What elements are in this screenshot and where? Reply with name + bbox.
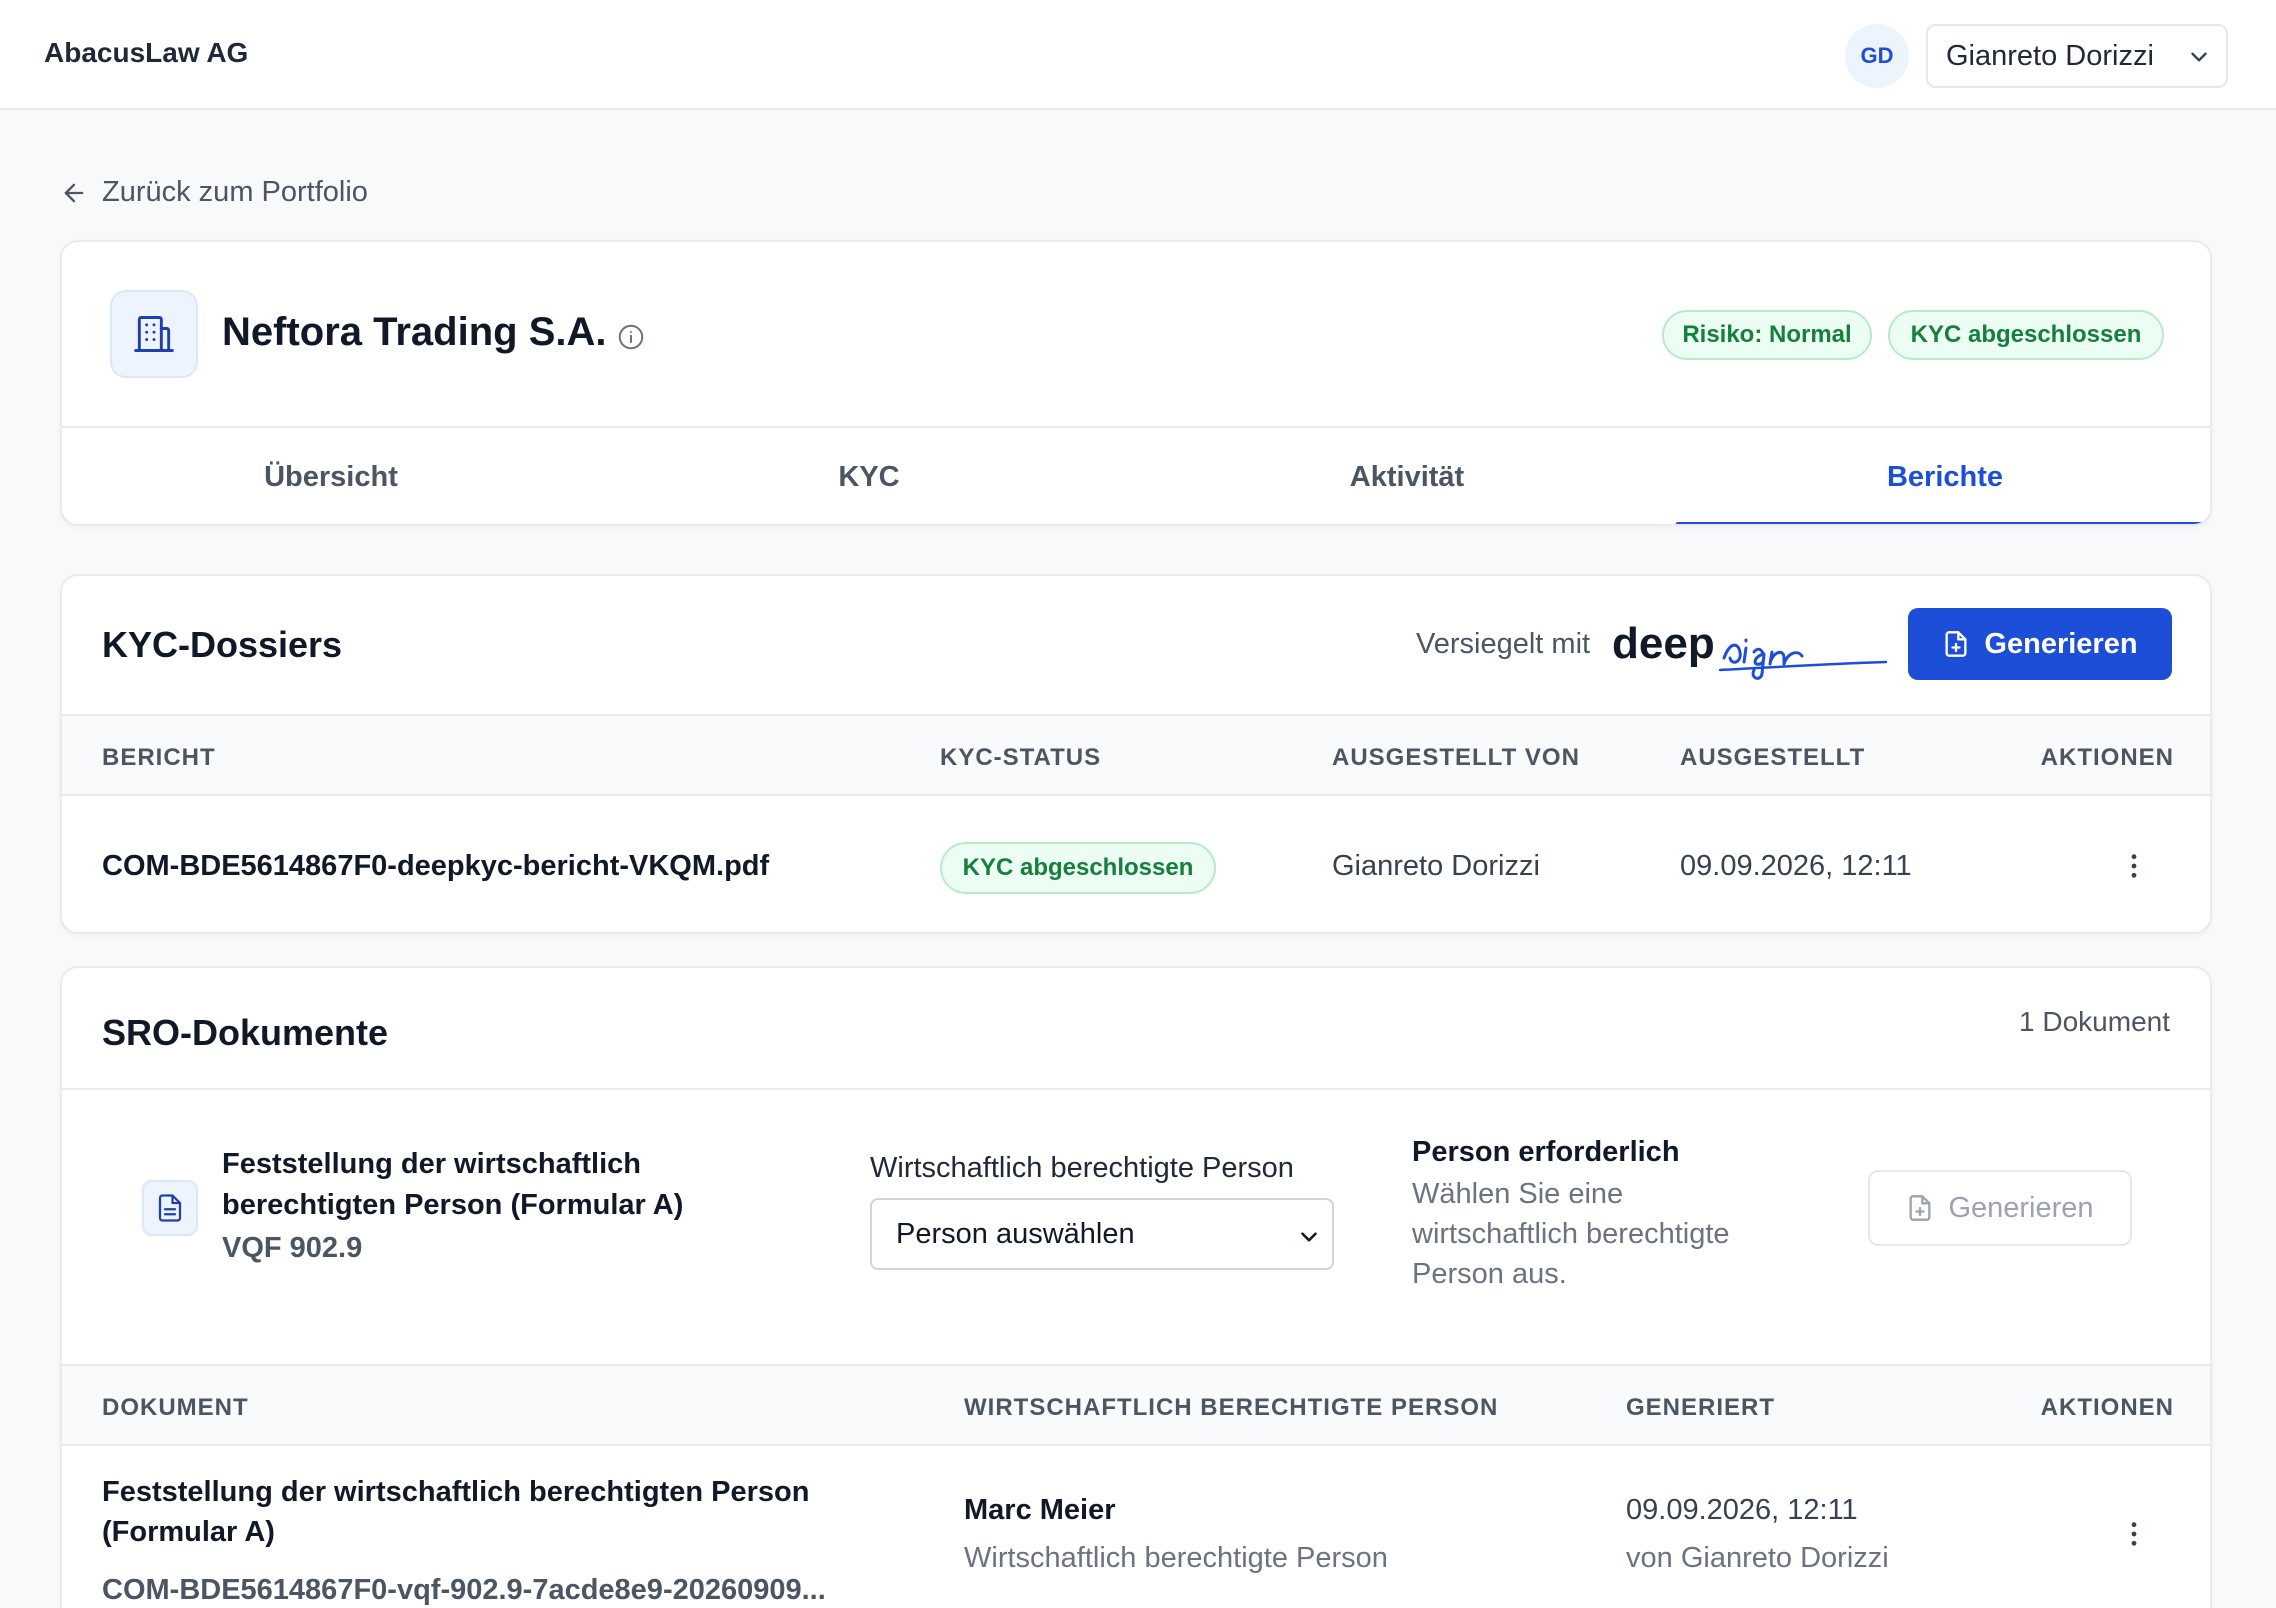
form-title: Feststellung der wirtschaftlich berechti… [222, 1148, 684, 1221]
kyc-dossiers-card: KYC-Dossiers Versiegelt mit deep Generie… [60, 574, 2212, 934]
column-header-kyc-status: KYC-STATUS [940, 744, 1102, 771]
sro-form-generator: Feststellung der wirtschaftlich berechti… [62, 1088, 2210, 1364]
more-vertical-icon[interactable] [2118, 848, 2150, 884]
person-required-hint: Wählen Sie eine wirtschaftlich berechtig… [1412, 1178, 1730, 1290]
top-bar: AbacusLaw AG GD Gianreto Dorizzi [0, 0, 2276, 110]
column-header-beneficial-owner: WIRTSCHAFTLICH BERECHTIGTE PERSON [964, 1394, 1499, 1421]
column-header-actions: AKTIONEN [2040, 744, 2174, 771]
kyc-status-badge: KYC abgeschlossen [1888, 310, 2164, 360]
report-filename[interactable]: COM-BDE5614867F0-deepkyc-bericht-VKQM.pd… [102, 850, 769, 883]
column-header-document: DOKUMENT [102, 1394, 249, 1421]
sro-table-header: DOKUMENT WIRTSCHAFTLICH BERECHTIGTE PERS… [62, 1364, 2210, 1446]
back-to-portfolio-link[interactable]: Zurück zum Portfolio [60, 176, 368, 209]
building-icon [110, 290, 198, 378]
column-header-issued-at: AUSGESTELLT [1680, 744, 1866, 771]
back-link-label: Zurück zum Portfolio [102, 176, 368, 208]
user-name: Gianreto Dorizzi [1946, 39, 2154, 72]
chevron-down-icon [1301, 1232, 1317, 1242]
generated-at: 09.09.2026, 12:11 [1626, 1494, 1858, 1526]
file-plus-icon [1945, 631, 1967, 657]
tab-bar: Übersicht KYC Aktivität Berichte [62, 426, 2210, 524]
more-vertical-icon[interactable] [2118, 1516, 2150, 1552]
person-required-title: Person erforderlich [1412, 1136, 1680, 1168]
generate-kyc-dossier-button[interactable]: Generieren [1908, 608, 2172, 680]
info-icon[interactable] [616, 322, 646, 352]
svg-text:deep: deep [1612, 619, 1715, 668]
kyc-table-header: BERICHT KYC-STATUS AUSGESTELLT VON AUSGE… [62, 714, 2210, 796]
sro-documents-card: SRO-Dokumente 1 Dokument Feststellung de… [60, 966, 2212, 1608]
table-row: Feststellung der wirtschaftlich berechti… [62, 1446, 2210, 1608]
file-plus-icon [1909, 1195, 1931, 1221]
column-header-actions: AKTIONEN [2040, 1394, 2174, 1421]
beneficial-owner-select[interactable]: Person auswählen [870, 1198, 1334, 1270]
avatar[interactable]: GD [1845, 24, 1909, 88]
generate-button-label: Generieren [1948, 1191, 2094, 1224]
risk-badge: Risiko: Normal [1662, 310, 1872, 360]
arrow-left-icon [64, 183, 84, 202]
beneficial-owner-role: Wirtschaftlich berechtigte Person [964, 1542, 1388, 1574]
company-card: Neftora Trading S.A. Risiko: Normal KYC … [60, 240, 2212, 526]
beneficial-owner-label: Wirtschaftlich berechtigte Person [870, 1152, 1294, 1184]
issued-by: Gianreto Dorizzi [1332, 850, 1540, 882]
sro-documents-title: SRO-Dokumente [102, 1012, 389, 1053]
tab-reports[interactable]: Berichte [1676, 428, 2210, 524]
deepsign-logo: deep [1612, 619, 1888, 680]
column-header-generated: GENERIERT [1626, 1394, 1776, 1421]
company-name: Neftora Trading S.A. [222, 310, 607, 354]
generated-by: von Gianreto Dorizzi [1626, 1542, 1889, 1574]
sealed-with-label: Versiegelt mit [1416, 628, 1591, 660]
kyc-dossiers-title: KYC-Dossiers [102, 624, 343, 665]
generate-sro-document-button[interactable]: Generieren [1868, 1170, 2132, 1246]
user-menu-select[interactable]: Gianreto Dorizzi [1926, 24, 2228, 88]
column-header-report: BERICHT [102, 744, 216, 771]
column-header-issued-by: AUSGESTELLT VON [1332, 744, 1580, 771]
chevron-down-icon [2191, 52, 2207, 62]
issued-at: 09.09.2026, 12:11 [1680, 850, 1912, 882]
document-filename: COM-BDE5614867F0-vqf-902.9-7acde8e9-2026… [102, 1574, 826, 1606]
document-title[interactable]: Feststellung der wirtschaftlich berechti… [102, 1472, 902, 1552]
select-value: Person auswählen [896, 1217, 1135, 1250]
brand-name: AbacusLaw AG [44, 37, 249, 68]
form-code: VQF 902.9 [222, 1232, 363, 1264]
row-kyc-status-badge: KYC abgeschlossen [940, 842, 1216, 894]
tab-kyc[interactable]: KYC [600, 428, 1138, 524]
beneficial-owner-name: Marc Meier [964, 1494, 1116, 1526]
tab-overview[interactable]: Übersicht [62, 428, 600, 524]
document-count: 1 Dokument [2019, 1006, 2170, 1037]
generate-button-label: Generieren [1984, 627, 2138, 660]
document-icon [142, 1180, 198, 1236]
table-row: COM-BDE5614867F0-deepkyc-bericht-VKQM.pd… [62, 796, 2210, 932]
tab-activity[interactable]: Aktivität [1138, 428, 1676, 524]
